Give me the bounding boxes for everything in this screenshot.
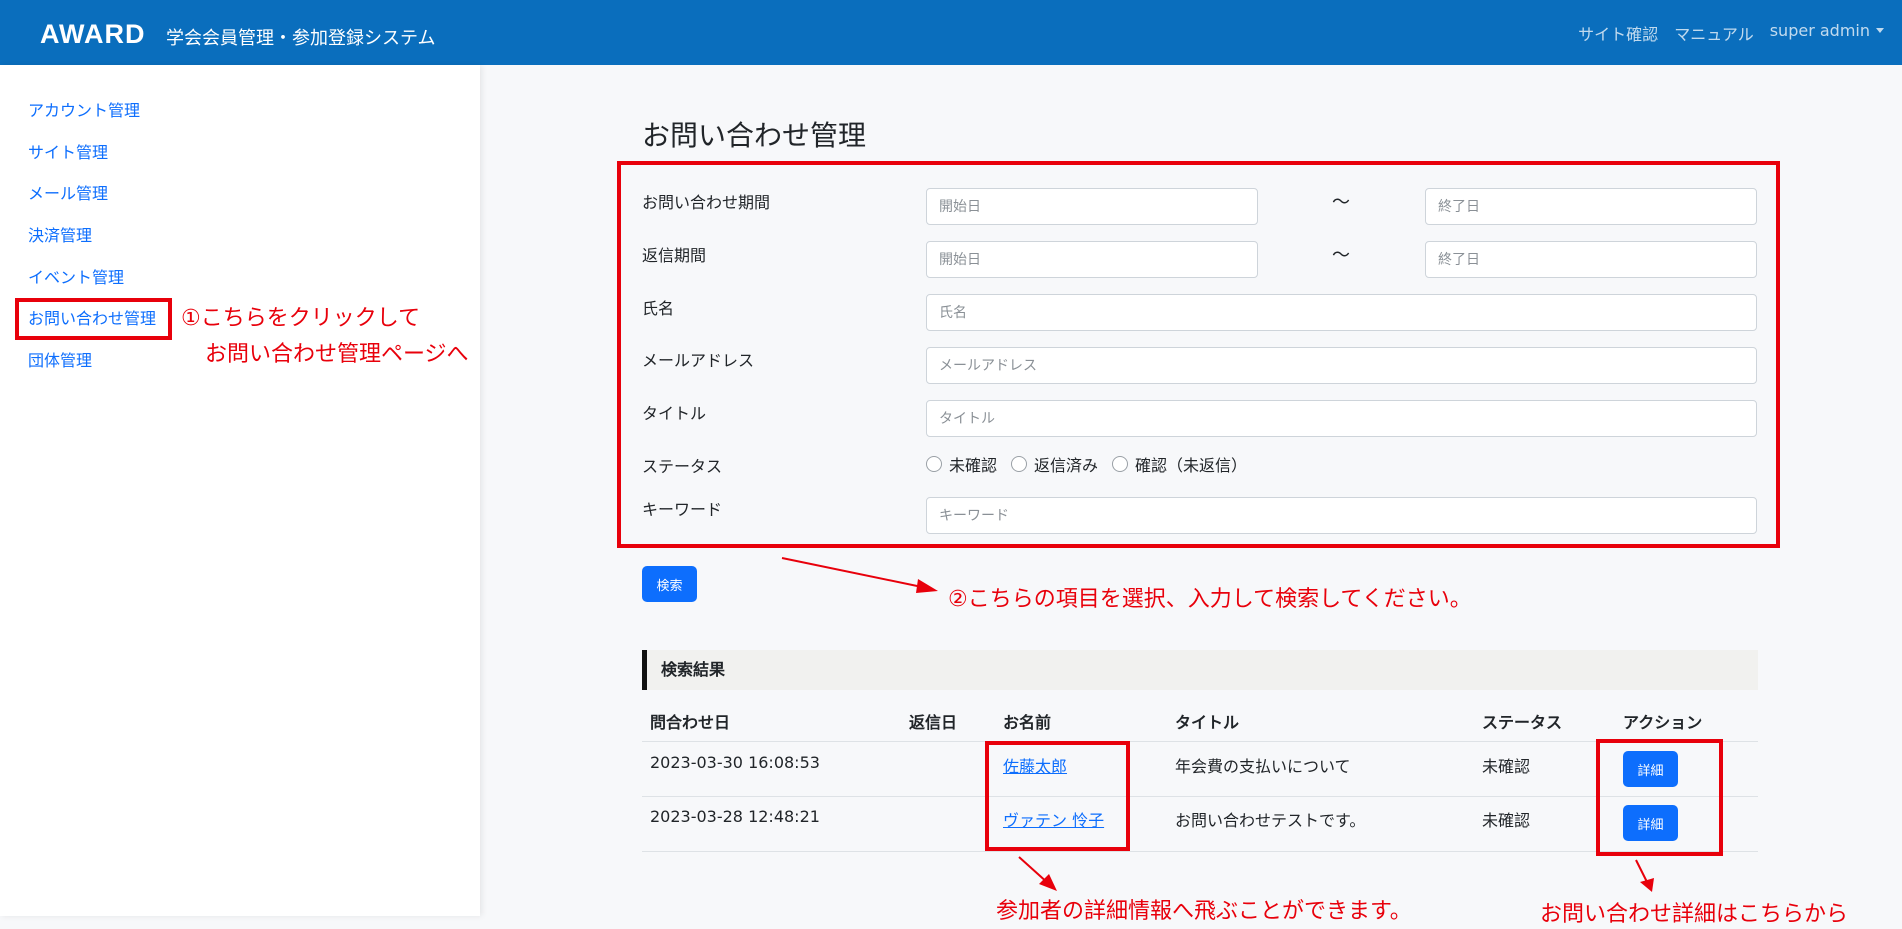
nav-manual-link[interactable]: マニュアル — [1674, 21, 1754, 45]
column-header-reply-date: 返信日 — [909, 713, 958, 732]
row1-date: 2023-03-30 16:08:53 — [650, 753, 820, 772]
annotation-detail-note: お問い合わせ詳細はこちらから — [1540, 902, 1849, 927]
title-label: タイトル — [642, 404, 707, 423]
status-radio-replied[interactable]: 返信済み — [1011, 452, 1098, 476]
sidebar-item-site[interactable]: サイト管理 — [28, 139, 108, 163]
annotation-step2: ②こちらの項目を選択、入力して検索してください。 — [948, 587, 1472, 612]
annotation-name-note: 参加者の詳細情報へ飛ぶことができます。 — [996, 899, 1412, 924]
top-navbar: AWARD 学会会員管理・参加登録システム サイト確認 マニュアル super … — [0, 0, 1902, 65]
radio-circle-icon — [1112, 456, 1129, 472]
status-radio-unconfirmed[interactable]: 未確認 — [926, 452, 997, 476]
column-header-name: お名前 — [1003, 713, 1052, 732]
name-label: 氏名 — [642, 299, 675, 318]
radio-circle-icon — [926, 456, 942, 472]
user-menu-dropdown[interactable]: super admin — [1770, 21, 1884, 45]
sidebar-item-organization[interactable]: 団体管理 — [28, 347, 92, 371]
annotation-box-sidebar — [15, 298, 172, 340]
page-title: お問い合わせ管理 — [642, 119, 867, 152]
keyword-input[interactable] — [926, 497, 1757, 534]
annotation-box-actions — [1596, 739, 1723, 856]
annotation-arrow-icon — [1635, 859, 1654, 892]
annotation-box-names — [985, 741, 1130, 851]
status-radio-group: 未確認 返信済み 確認（未返信） — [926, 452, 1247, 476]
reply-period-tilde: 〜 — [1332, 245, 1350, 266]
sidebar-item-payment[interactable]: 決済管理 — [28, 222, 92, 246]
sidebar: アカウント管理 サイト管理 メール管理 決済管理 イベント管理 お問い合わせ管理… — [0, 65, 480, 916]
column-header-action: アクション — [1623, 713, 1703, 732]
user-name: super admin — [1769, 21, 1870, 40]
search-button[interactable]: 検索 — [642, 566, 697, 602]
column-header-title: タイトル — [1175, 713, 1240, 732]
results-heading: 検索結果 — [642, 650, 1758, 690]
row1-title: 年会費の支払いについて — [1175, 757, 1351, 776]
inquiry-start-date-input[interactable] — [926, 188, 1258, 225]
sidebar-item-event[interactable]: イベント管理 — [28, 264, 124, 288]
table-divider — [642, 796, 1758, 797]
inquiry-period-tilde: 〜 — [1332, 192, 1350, 213]
column-header-date: 問合わせ日 — [650, 713, 731, 732]
table-divider — [642, 851, 1758, 852]
row2-date: 2023-03-28 12:48:21 — [650, 807, 820, 826]
title-input[interactable] — [926, 400, 1757, 437]
reply-start-date-input[interactable] — [926, 241, 1258, 278]
status-radio-confirmed-unreplied[interactable]: 確認（未返信） — [1112, 452, 1247, 476]
annotation-step1-line1: ①こちらをクリックして — [181, 306, 421, 331]
email-input[interactable] — [926, 347, 1757, 384]
annotation-step1-line2: お問い合わせ管理ページへ — [205, 342, 469, 367]
row2-title: お問い合わせテストです。 — [1175, 811, 1366, 830]
annotation-arrow-icon — [1018, 856, 1057, 891]
table-divider — [642, 741, 1758, 742]
sidebar-item-account[interactable]: アカウント管理 — [28, 97, 140, 121]
sidebar-item-mail[interactable]: メール管理 — [28, 180, 108, 204]
caret-down-icon — [1876, 28, 1884, 33]
keyword-label: キーワード — [642, 500, 723, 519]
radio-circle-icon — [1011, 456, 1028, 472]
column-header-status: ステータス — [1482, 713, 1563, 732]
name-input[interactable] — [926, 294, 1757, 331]
annotation-arrow-icon — [781, 557, 938, 593]
brand-title[interactable]: 学会会員管理・参加登録システム — [166, 24, 435, 50]
row2-status: 未確認 — [1482, 811, 1531, 830]
reply-end-date-input[interactable] — [1425, 241, 1757, 278]
row1-status: 未確認 — [1482, 757, 1531, 776]
status-label: ステータス — [642, 457, 723, 476]
nav-site-check-link[interactable]: サイト確認 — [1578, 21, 1658, 45]
brand-logo[interactable]: AWARD — [40, 19, 146, 50]
nav-links: サイト確認 マニュアル super admin — [1578, 21, 1884, 45]
inquiry-end-date-input[interactable] — [1425, 188, 1757, 225]
email-label: メールアドレス — [642, 351, 755, 370]
inquiry-period-label: お問い合わせ期間 — [642, 193, 771, 212]
reply-period-label: 返信期間 — [642, 246, 707, 265]
